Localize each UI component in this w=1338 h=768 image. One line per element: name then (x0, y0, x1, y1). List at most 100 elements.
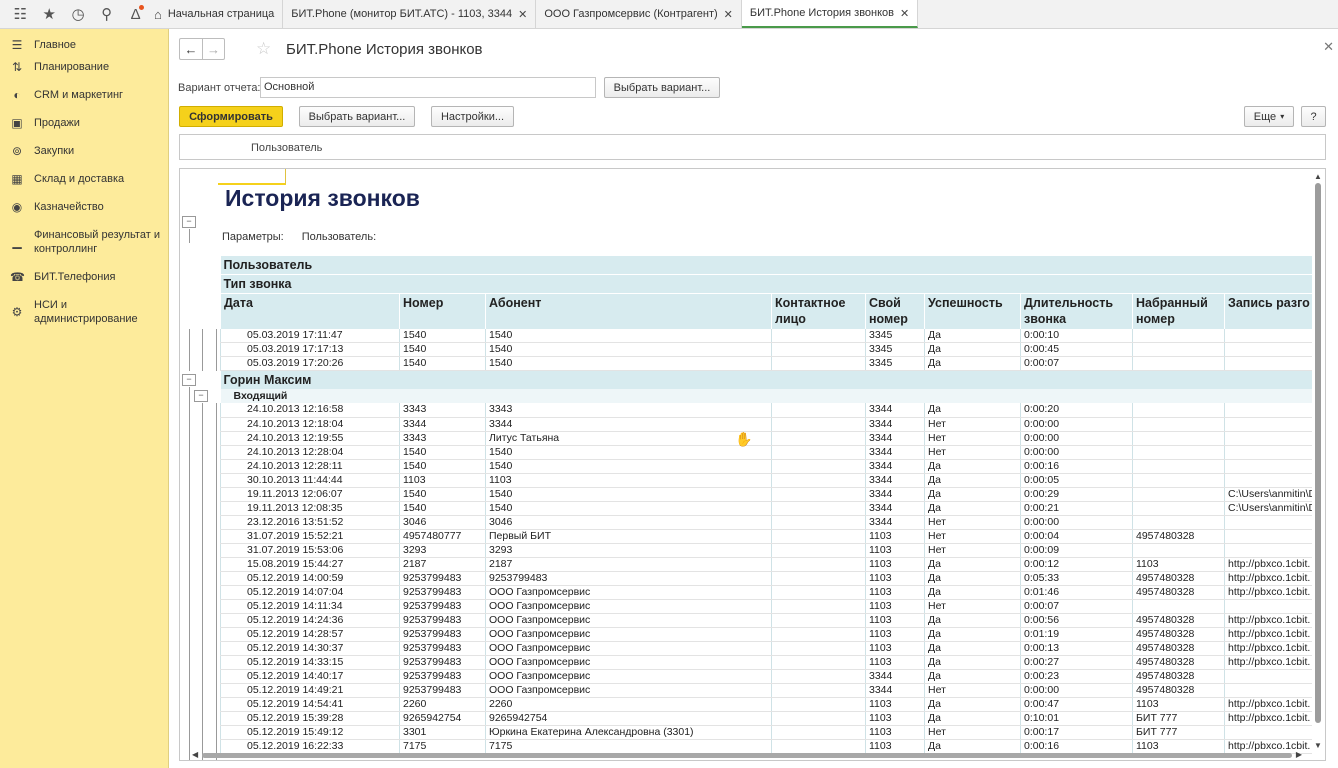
table-row[interactable]: 05.12.2019 14:11:34 9253799483 ООО Газпром… (220, 599, 1322, 614)
table-row[interactable]: 24.10.2013 12:18:04 3344 3344 3344 Нет 0:00:0… (220, 417, 1322, 432)
tab-home[interactable]: ⌂ Начальная страница (150, 0, 284, 28)
collapse-group-icon[interactable]: − (182, 374, 196, 386)
warehouse-icon: ▦ (11, 172, 23, 186)
phone-icon: ☎ (10, 270, 25, 284)
close-form-icon[interactable]: ✕ (1323, 39, 1334, 55)
sidebar-item-crm[interactable]: ◐ CRM и маркетинг (0, 88, 168, 116)
column-header[interactable]: Длительность звонка (1020, 293, 1133, 329)
back-arrow-icon[interactable]: ← (180, 39, 202, 59)
table-row[interactable]: 05.12.2019 14:07:04 9253799483 ООО Газпром… (220, 585, 1322, 600)
sidebar-item-sales[interactable]: ▣ Продажи (0, 116, 168, 144)
help-button[interactable]: ? (1301, 106, 1326, 127)
sidebar-item-purchases[interactable]: ⊚ Закупки (0, 144, 168, 172)
table-row[interactable]: 19.11.2013 12:06:07 1540 1540 3344 Да 0:00:29… (220, 487, 1322, 502)
table-row[interactable]: 05.03.2019 17:20:26 1540 1540 3345 Да 0:00:07 (220, 356, 1322, 371)
table-cell: 2187 (485, 557, 772, 572)
table-row[interactable]: 24.10.2013 12:28:04 1540 1540 3344 Нет 0:00:0… (220, 445, 1322, 460)
table-row[interactable]: 05.12.2019 14:28:57 9253799483 ООО Газпром… (220, 627, 1322, 642)
table-cell: 1103 (865, 697, 925, 712)
collapse-group-icon[interactable]: − (182, 216, 196, 228)
column-header[interactable]: Контактное лицо (771, 293, 866, 329)
tab-bit-phone-monitor[interactable]: БИТ.Phone (монитор БИТ.АТС) - 1103, 3344… (283, 0, 537, 28)
table-row[interactable]: 05.12.2019 14:30:37 9253799483 ООО Газпром… (220, 641, 1322, 656)
table-row[interactable]: 31.07.2019 15:53:06 3293 3293 1103 Нет 0:00:0… (220, 543, 1322, 558)
table-row[interactable]: 05.12.2019 14:00:59 9253799483 9253799483 1… (220, 571, 1322, 586)
table-row[interactable]: 31.07.2019 15:52:21 4957480777 Первый БИТ 1… (220, 529, 1322, 544)
table-row[interactable]: 05.12.2019 14:49:21 9253799483 ООО Газпром… (220, 683, 1322, 698)
sidebar-item-main[interactable]: ☰ Главное (0, 32, 168, 60)
column-header[interactable]: Номер (399, 293, 486, 329)
table-row[interactable]: 05.12.2019 14:54:41 2260 2260 1103 Да 0:00:47… (220, 697, 1322, 712)
table-cell (771, 683, 866, 698)
table-row[interactable]: 19.11.2013 12:08:35 1540 1540 3344 Да 0:00:21… (220, 501, 1322, 516)
sidebar-item-telephony[interactable]: ☎ БИТ.Телефония (0, 270, 168, 298)
report-area[interactable]: История звонков Параметры: Пользователь: … (179, 168, 1326, 761)
generate-button[interactable]: Сформировать (179, 106, 283, 127)
select-variant-button[interactable]: Выбрать вариант... (299, 106, 415, 127)
table-row[interactable]: 05.03.2019 17:11:47 1540 1540 3345 Да 0:00:10 (220, 328, 1322, 343)
sidebar-item-label: Планирование (34, 61, 110, 73)
column-header[interactable]: Набранный номер (1132, 293, 1225, 329)
scroll-up-icon[interactable]: ▲ (1314, 172, 1322, 181)
table-row[interactable]: 23.12.2016 13:51:52 3046 3046 3344 Нет 0:00:0… (220, 515, 1322, 530)
table-row[interactable]: 24.10.2013 12:28:11 1540 1540 3344 Да 0:00:16 (220, 459, 1322, 474)
scroll-right-icon[interactable]: ▶ (1296, 750, 1302, 759)
sales-icon: ▣ (11, 116, 23, 130)
vertical-scroll-thumb[interactable] (1315, 183, 1321, 723)
sidebar-item-warehouse[interactable]: ▦ Склад и доставка (0, 172, 168, 200)
table-row[interactable]: 24.10.2013 12:16:58 3343 3343 3344 Да 0:00:20 (220, 403, 1322, 418)
history-icon[interactable]: ◷ (64, 0, 93, 29)
sidebar-item-finance[interactable]: ▁ Финансовый результат и контроллинг (0, 228, 168, 270)
apps-grid-icon[interactable]: ☷ (6, 0, 35, 29)
sidebar-item-admin[interactable]: ⚙ НСИ и администрирование (0, 298, 168, 326)
table-row[interactable]: 05.12.2019 14:33:15 9253799483 ООО Газпром… (220, 655, 1322, 670)
table-cell (1132, 445, 1225, 460)
table-row[interactable]: 05.03.2019 17:17:13 1540 1540 3345 Да 0:00:45 (220, 342, 1322, 357)
sidebar-item-treasury[interactable]: ◉ Казначейство (0, 200, 168, 228)
crm-icon: ◐ (13, 88, 21, 102)
table-row[interactable]: 05.12.2019 15:49:12 3301 Юркина Екатерина … (220, 725, 1322, 740)
collapse-group-icon[interactable]: − (194, 390, 208, 402)
sidebar-item-planning[interactable]: ⇅ Планирование (0, 60, 168, 88)
bell-icon[interactable]: Δ (121, 0, 150, 29)
close-icon[interactable]: ✕ (724, 8, 733, 21)
table-cell (1223, 431, 1322, 446)
favorite-star-icon[interactable]: ☆ (256, 39, 271, 59)
horizontal-scrollbar[interactable]: ◀ ▶ (192, 750, 1312, 760)
tab-call-history[interactable]: БИТ.Phone История звонков ✕ (741, 0, 919, 28)
table-row[interactable]: 30.10.2013 11:44:44 1103 1103 3344 Да 0:00:05 (220, 473, 1322, 488)
table-row[interactable]: 05.12.2019 14:40:17 9253799483 ООО Газпром… (220, 669, 1322, 684)
filter-panel[interactable]: Пользователь (179, 134, 1326, 160)
column-header[interactable]: Абонент (485, 293, 772, 329)
close-icon[interactable]: ✕ (518, 8, 527, 21)
vertical-scrollbar[interactable]: ▲ ▼ (1312, 169, 1325, 760)
scroll-down-icon[interactable]: ▼ (1314, 741, 1322, 750)
variant-field[interactable]: Основной (260, 77, 596, 98)
close-icon[interactable]: ✕ (900, 7, 909, 20)
table-cell: Да (924, 403, 1021, 418)
table-row[interactable]: 05.12.2019 14:24:36 9253799483 ООО Газпром… (220, 613, 1322, 628)
table-cell: БИТ 777 (1132, 711, 1225, 726)
star-icon[interactable]: ★ (35, 0, 64, 29)
tab-counterparty[interactable]: ООО Газпромсервис (Контрагент) ✕ (536, 0, 742, 28)
table-cell: http://pbxco.1cbit. (1223, 585, 1322, 600)
table-cell: 05.12.2019 14:33:15 (220, 655, 400, 670)
column-header[interactable]: Свой номер (865, 293, 925, 329)
group-header-user: Пользователь (220, 256, 1321, 275)
horizontal-scroll-thumb[interactable] (202, 753, 1292, 758)
table-cell: Нет (924, 529, 1021, 544)
column-header[interactable]: Успешность (924, 293, 1021, 329)
select-variant-button-top[interactable]: Выбрать вариант... (604, 77, 720, 98)
table-row[interactable]: 05.12.2019 15:39:28 9265942754 9265942754 1… (220, 711, 1322, 726)
settings-button[interactable]: Настройки... (431, 106, 514, 127)
column-header[interactable]: Запись разго (1223, 293, 1322, 329)
table-row[interactable]: 24.10.2013 12:19:55 3343 Литус Татьяна 3344… (220, 431, 1322, 446)
scroll-left-icon[interactable]: ◀ (192, 750, 198, 759)
search-icon[interactable]: ⚲ (92, 0, 121, 29)
more-button[interactable]: Еще ▾ (1244, 106, 1294, 127)
table-cell: ООО Газпромсервис (485, 641, 772, 656)
forward-arrow-icon[interactable]: → (202, 39, 224, 59)
table-row[interactable]: 15.08.2019 15:44:27 2187 2187 1103 Да 0:00:12… (220, 557, 1322, 572)
table-cell: Нет (924, 725, 1021, 740)
column-header[interactable]: Дата (220, 293, 400, 329)
